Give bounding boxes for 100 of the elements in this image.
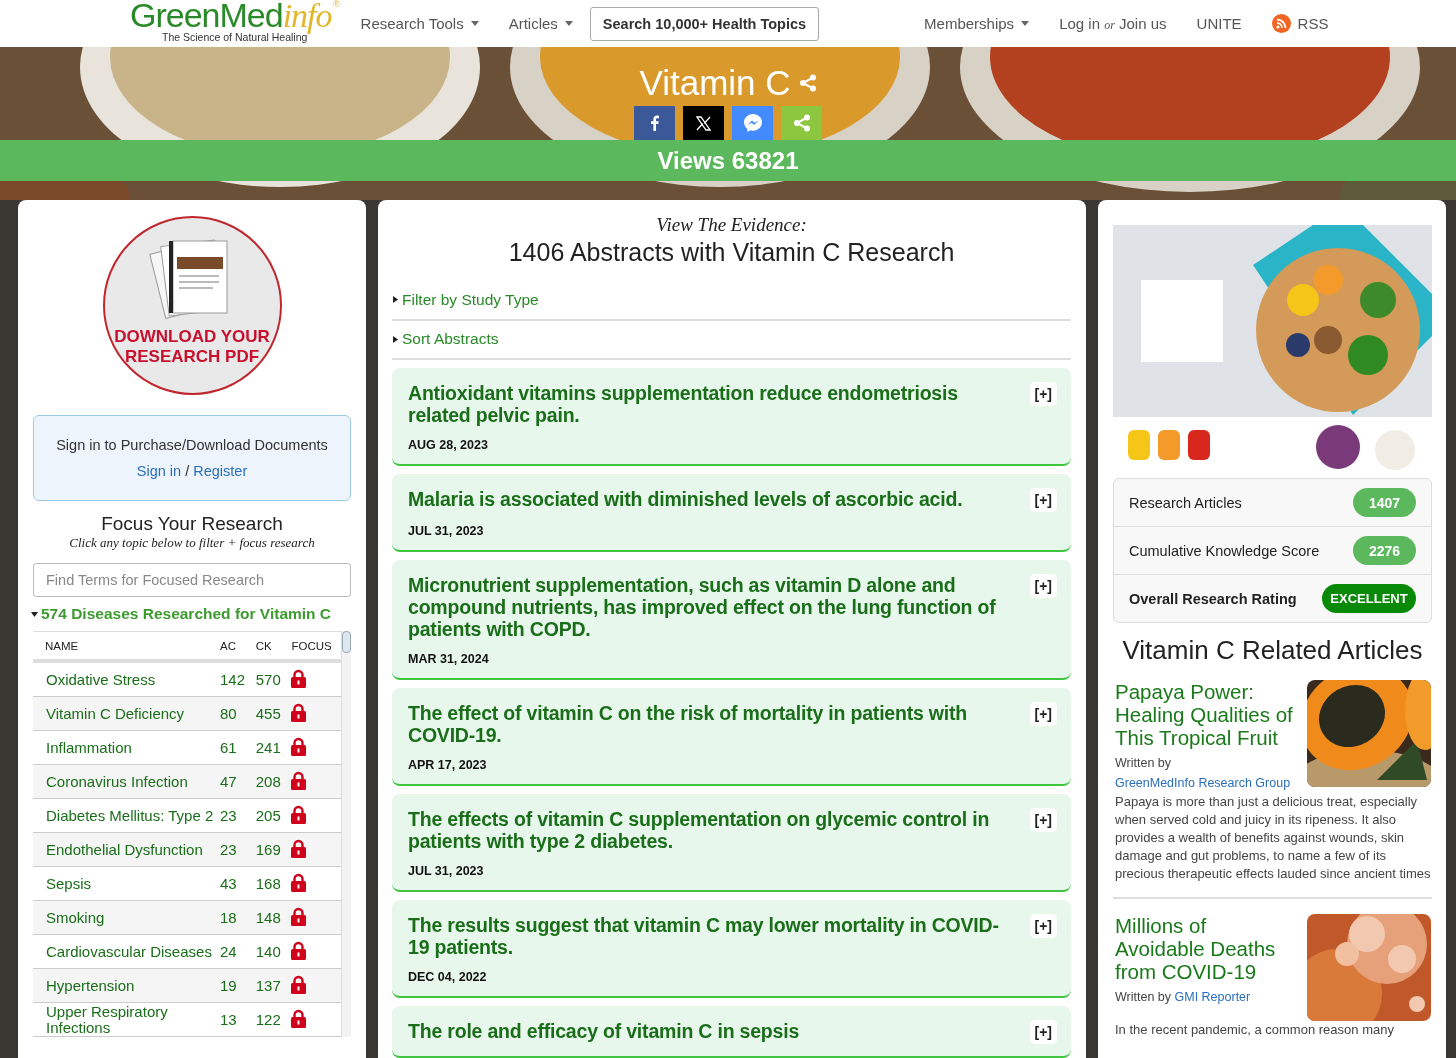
- registered-mark: ®: [332, 0, 340, 10]
- scrollbar-thumb[interactable]: [342, 631, 351, 653]
- sign-in-link[interactable]: Sign in: [136, 463, 182, 479]
- section-subtitle: Click any topic below to filter + focus research: [68, 535, 316, 551]
- table-cell: 80: [220, 696, 256, 731]
- author-link[interactable]: GreenMedInfo Research Group: [1115, 773, 1291, 793]
- expand-button[interactable]: [+]: [1029, 808, 1057, 832]
- section-title: Focus Your Research: [100, 513, 284, 535]
- disease-link[interactable]: Hypertension: [33, 968, 220, 1003]
- abstract-title[interactable]: Antioxidant vitamins supplementation reduce endometriosis related pelvic pain.: [408, 382, 1010, 426]
- page-title: Vitamin C: [639, 63, 791, 103]
- abstract-title[interactable]: The effect of vitamin C on the risk of mortality in patients with COVID-19.: [408, 702, 1010, 746]
- section-heading: 1406 Abstracts with Vitamin C Research: [507, 238, 956, 267]
- stat-badge: EXCELLENT: [1322, 584, 1416, 613]
- expand-button[interactable]: [+]: [1029, 574, 1057, 598]
- register-link[interactable]: Register: [193, 463, 248, 479]
- abstract-title[interactable]: Micronutrient supplementation, such as vitamin D alone and compound nutrients, has improved effect on the lung function of patients with COPD.: [408, 574, 1010, 640]
- rss-link[interactable]: RSS: [1271, 14, 1329, 33]
- table-cell: 23: [220, 798, 256, 833]
- lock-icon[interactable]: [291, 736, 307, 756]
- abstract-date: APR 17, 2023: [408, 758, 488, 772]
- nav-menu[interactable]: Articles: [508, 15, 573, 32]
- caret-icon: [1021, 21, 1030, 26]
- article-summary: In the recent pandemic, a common reason many: [1115, 1021, 1395, 1039]
- column-header: CK: [255, 631, 292, 661]
- stat-badge: 2276: [1353, 536, 1416, 565]
- nav-menu[interactable]: Memberships: [924, 15, 1030, 32]
- abstract-title[interactable]: The role and efficacy of vitamin C in sepsis: [408, 1020, 800, 1042]
- section-kicker: View The Evidence:: [655, 214, 808, 236]
- byline: Written by GreenMedInfo Research Group: [1115, 753, 1299, 793]
- article-summary: Papaya is more than just a delicious treat, especially when served cold and juicy in its ripeness. It also provides a wealth of benefits against wounds, skin damage and gut problems, to name a few of its precious therapeutic effects lauded since ancient times: [1115, 793, 1431, 883]
- disease-link[interactable]: Upper Respiratory Infections: [33, 1002, 220, 1037]
- lock-icon[interactable]: [291, 770, 307, 790]
- table-cell: 19: [220, 968, 256, 1003]
- lock-icon[interactable]: [291, 974, 307, 994]
- article-title[interactable]: Millions of Avoidable Deaths from COVID-19: [1115, 914, 1299, 983]
- table-cell: 13: [220, 1002, 256, 1037]
- separator: /: [185, 463, 190, 479]
- article-title[interactable]: Papaya Power: Healing Qualities of This Tropical Fruit: [1115, 680, 1299, 749]
- x-share-button[interactable]: [683, 106, 724, 140]
- abstract-card[interactable]: The results suggest that vitamin C may lower mortality in COVID-19 patients. [+] DEC 04, 2022: [392, 900, 1071, 998]
- share-icon: [792, 114, 811, 132]
- lock-icon[interactable]: [291, 804, 307, 824]
- disease-link[interactable]: Coronavirus Infection: [33, 764, 220, 799]
- byline: Written by GMI Reporter: [1115, 987, 1299, 1007]
- section-heading: Vitamin C Related Articles: [1121, 635, 1424, 666]
- disease-link[interactable]: Cardiovascular Diseases: [33, 934, 220, 969]
- stat-label: Overall Research Rating: [1129, 590, 1297, 607]
- messenger-share-button[interactable]: [732, 106, 773, 140]
- search-button[interactable]: Search 10,000+ Health Topics: [589, 6, 820, 41]
- expand-button[interactable]: [+]: [1029, 1020, 1057, 1044]
- author-link[interactable]: GMI Reporter: [1174, 987, 1251, 1007]
- toggle-link[interactable]: Sort Abstracts: [402, 330, 499, 349]
- lock-icon[interactable]: [291, 872, 307, 892]
- facebook-share-button[interactable]: [634, 106, 675, 140]
- expand-button[interactable]: [+]: [1029, 488, 1057, 512]
- rss-icon: [1271, 14, 1291, 33]
- table-cell: 61: [220, 730, 256, 765]
- disease-link[interactable]: Diabetes Mellitus: Type 2: [33, 798, 220, 833]
- expand-button[interactable]: [+]: [1029, 914, 1057, 938]
- abstract-card[interactable]: Antioxidant vitamins supplementation reduce endometriosis related pelvic pain. [+] AUG 28, 2023: [392, 368, 1071, 466]
- disease-link[interactable]: Oxidative Stress: [33, 661, 220, 697]
- nav-link[interactable]: Log in or Join us: [1059, 14, 1167, 33]
- x-icon: [696, 115, 711, 131]
- disease-link[interactable]: Inflammation: [33, 730, 220, 765]
- abstract-date: MAR 31, 2024: [408, 652, 490, 666]
- logo-tagline: The Science of Natural Healing: [162, 32, 308, 43]
- download-pdf-button[interactable]: DOWNLOAD YOUR RESEARCH PDF: [102, 216, 282, 395]
- lock-icon[interactable]: [291, 1008, 307, 1028]
- table-cell: 24: [220, 934, 256, 969]
- abstract-card[interactable]: The role and efficacy of vitamin C in sepsis [+]: [392, 1006, 1071, 1058]
- abstract-card[interactable]: Micronutrient supplementation, such as vitamin D alone and compound nutrients, has improved effect on the lung function of patients with COPD. [+] MAR 31, 2024: [392, 560, 1071, 680]
- abstract-card[interactable]: The effects of vitamin C supplementation on glycemic control in patients with type 2 diabetes. [+] JUL 31, 2023: [392, 794, 1071, 892]
- disease-link[interactable]: Sepsis: [33, 866, 220, 901]
- lock-icon[interactable]: [291, 702, 307, 722]
- abstract-card[interactable]: Malaria is associated with diminished levels of ascorbic acid. [+] JUL 31, 2023: [392, 474, 1071, 552]
- logo[interactable]: GreenMedinfo: [130, 0, 332, 34]
- diseases-toggle[interactable]: 574 Diseases Researched for Vitamin C: [41, 605, 332, 623]
- lock-icon[interactable]: [291, 906, 307, 926]
- signin-message: Sign in to Purchase/Download Documents: [56, 437, 328, 453]
- nav-link[interactable]: UNITE: [1196, 15, 1242, 32]
- lock-icon[interactable]: [291, 940, 307, 960]
- expand-button[interactable]: [+]: [1029, 382, 1057, 406]
- lock-icon[interactable]: [291, 838, 307, 858]
- expand-button[interactable]: [+]: [1029, 702, 1057, 726]
- search-field[interactable]: Find Terms for Focused Research: [33, 563, 351, 597]
- stat-label: Research Articles: [1129, 494, 1242, 511]
- disease-link[interactable]: Smoking: [33, 900, 220, 935]
- abstract-title[interactable]: The results suggest that vitamin C may lower mortality in COVID-19 patients.: [408, 914, 1010, 958]
- lock-icon[interactable]: [291, 668, 307, 688]
- disease-link[interactable]: Vitamin C Deficiency: [33, 696, 220, 731]
- abstract-date: JUL 31, 2023: [408, 524, 485, 538]
- facebook-icon: [650, 115, 659, 131]
- nav-menu[interactable]: Research Tools: [360, 15, 479, 32]
- column-header: AC: [220, 631, 256, 661]
- abstract-title[interactable]: The effects of vitamin C supplementation on glycemic control in patients with type 2 diabetes.: [408, 808, 1010, 852]
- disease-link[interactable]: Endothelial Dysfunction: [33, 832, 220, 867]
- abstract-title[interactable]: Malaria is associated with diminished levels of ascorbic acid.: [408, 488, 963, 510]
- toggle-link[interactable]: Filter by Study Type: [402, 290, 539, 309]
- abstract-card[interactable]: The effect of vitamin C on the risk of mortality in patients with COVID-19. [+] APR 17, 2023: [392, 688, 1071, 786]
